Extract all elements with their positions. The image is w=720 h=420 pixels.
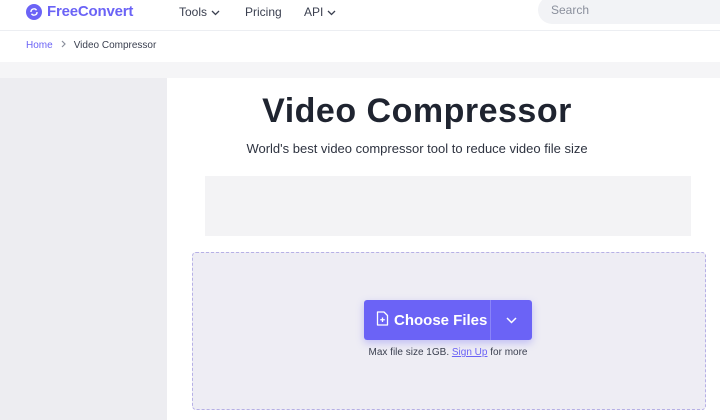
max-size-suffix: for more	[490, 347, 528, 358]
left-sidebar	[0, 78, 167, 420]
chevron-right-icon	[61, 40, 66, 51]
ad-placeholder	[205, 176, 691, 236]
breadcrumb: Home Video Compressor	[26, 40, 156, 51]
choose-files-button-group: Choose Files	[364, 300, 532, 340]
nav-api[interactable]: API	[304, 5, 336, 19]
choose-files-button[interactable]: Choose Files	[364, 300, 491, 340]
nav-tools[interactable]: Tools	[179, 5, 220, 19]
nav-pricing[interactable]: Pricing	[245, 5, 282, 19]
choose-files-label: Choose Files	[394, 311, 488, 329]
max-file-size-note: Max file size 1GB. Sign Up for more	[192, 347, 704, 358]
page-subtitle: World's best video compressor tool to re…	[246, 141, 588, 156]
upload-source-dropdown[interactable]	[491, 300, 532, 340]
logo-icon	[26, 3, 42, 20]
breadcrumb-current: Video Compressor	[73, 40, 157, 51]
chevron-down-icon	[327, 5, 336, 19]
max-size-text: Max file size 1GB.	[368, 347, 450, 358]
top-header: FreeConvert Tools Pricing API	[0, 0, 720, 31]
file-plus-icon	[376, 310, 389, 330]
brand-logo[interactable]: FreeConvert	[26, 3, 133, 20]
chevron-down-icon	[211, 5, 220, 19]
brand-name: FreeConvert	[47, 3, 134, 20]
breadcrumb-home[interactable]: Home	[26, 40, 53, 51]
nav-api-label: API	[304, 5, 324, 19]
sign-up-link[interactable]: Sign Up	[452, 347, 488, 358]
page-title: Video Compressor	[262, 92, 572, 130]
chevron-down-icon	[506, 311, 517, 329]
nav-tools-label: Tools	[179, 5, 208, 19]
search-box[interactable]	[538, 0, 720, 24]
nav-pricing-label: Pricing	[245, 5, 282, 19]
search-input[interactable]	[551, 3, 711, 17]
